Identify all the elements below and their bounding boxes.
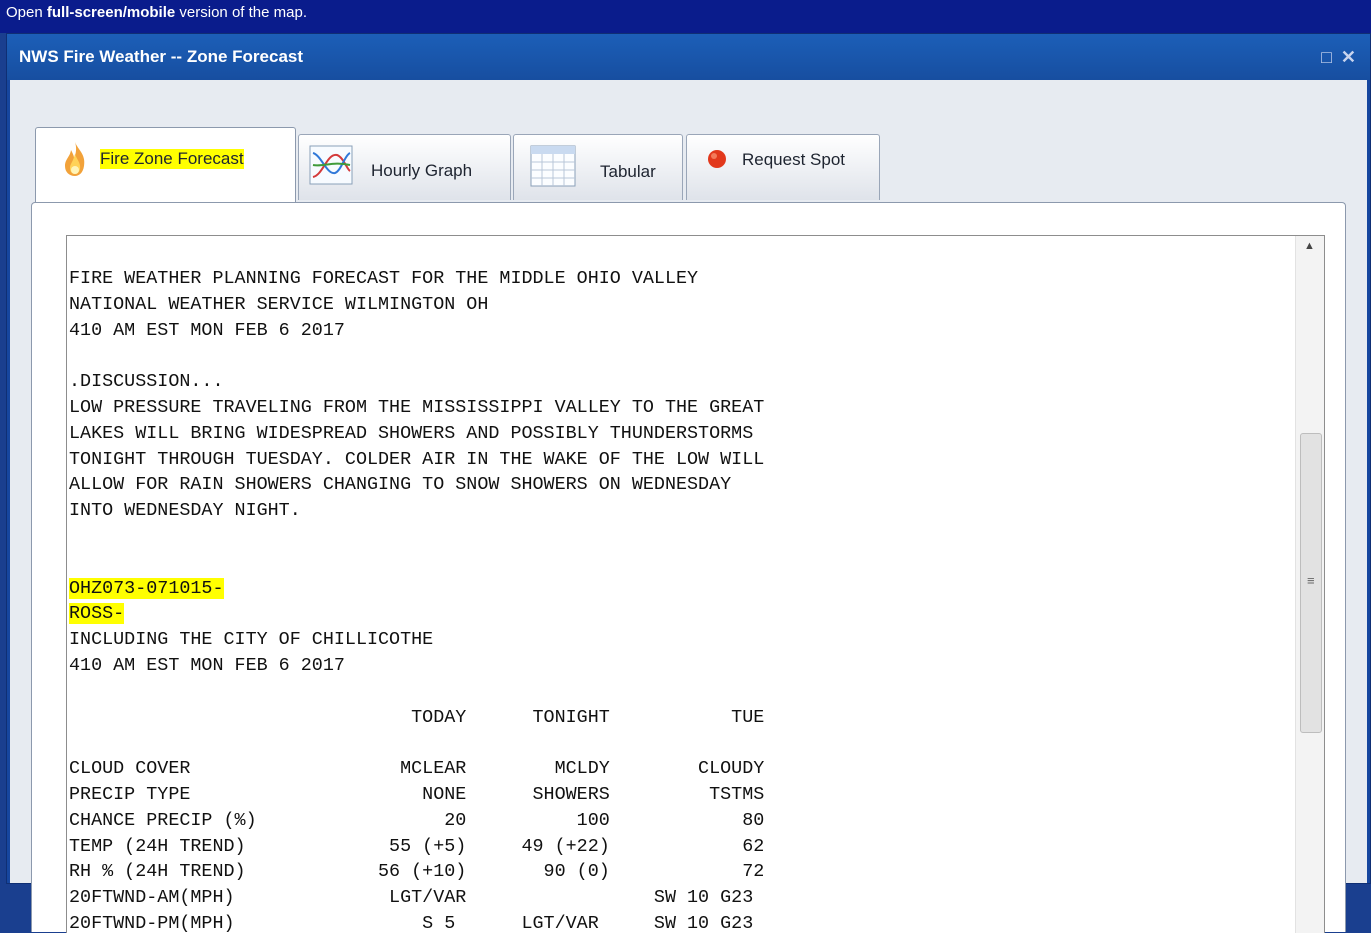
tab-label-request-spot: Request Spot bbox=[742, 150, 846, 169]
tab-tabular[interactable]: Tabular bbox=[513, 134, 683, 200]
tab-content-panel: FIRE WEATHER PLANNING FORECAST FOR THE M… bbox=[31, 202, 1346, 933]
tab-label-hourly-graph: Hourly Graph bbox=[371, 161, 473, 180]
graph-icon bbox=[309, 145, 353, 190]
forecast-text: FIRE WEATHER PLANNING FORECAST FOR THE M… bbox=[69, 266, 764, 933]
table-row: CHANCE PRECIP (%) 20 100 80 bbox=[69, 809, 765, 831]
discussion-line: ALLOW FOR RAIN SHOWERS CHANGING TO SNOW … bbox=[69, 474, 732, 496]
tab-label-fire-zone-forecast: Fire Zone Forecast bbox=[100, 149, 244, 169]
city-line: INCLUDING THE CITY OF CHILLICOTHE bbox=[69, 629, 434, 651]
discussion-line: LOW PRESSURE TRAVELING FROM THE MISSISSI… bbox=[69, 396, 765, 418]
notice-suffix: version of the map. bbox=[175, 4, 307, 21]
discussion-line: LAKES WILL BRING WIDESPREAD SHOWERS AND … bbox=[69, 422, 754, 444]
zone-code: OHZ073-071015- bbox=[69, 577, 224, 599]
tab-hourly-graph[interactable]: Hourly Graph bbox=[298, 134, 511, 200]
close-icon[interactable]: ✕ bbox=[1341, 48, 1356, 66]
discussion-line: INTO WEDNESDAY NIGHT. bbox=[69, 500, 301, 522]
tab-request-spot[interactable]: Request Spot bbox=[686, 134, 880, 200]
discussion-line: TONIGHT THROUGH TUESDAY. COLDER AIR IN T… bbox=[69, 448, 765, 470]
fullscreen-link[interactable]: full-screen/mobile bbox=[47, 4, 175, 21]
maximize-icon[interactable]: □ bbox=[1321, 48, 1332, 66]
scroll-up-arrow-icon[interactable]: ▲ bbox=[1304, 240, 1315, 252]
table-icon bbox=[530, 145, 576, 192]
issue-time: 410 AM EST MON FEB 6 2017 bbox=[69, 654, 345, 676]
table-row: 20FTWND-PM(MPH) S 5 LGT/VAR SW 10 G23 bbox=[69, 912, 754, 933]
forecast-text-area[interactable]: FIRE WEATHER PLANNING FORECAST FOR THE M… bbox=[66, 235, 1325, 933]
window-title: NWS Fire Weather -- Zone Forecast bbox=[19, 47, 304, 66]
table-header: TODAY TONIGHT TUE bbox=[69, 706, 765, 728]
tab-label-tabular: Tabular bbox=[600, 162, 656, 181]
window-body: Fire Zone Forecast Hourly Graph Tabular … bbox=[10, 80, 1367, 933]
window-titlebar: NWS Fire Weather -- Zone Forecast □ ✕ bbox=[7, 34, 1370, 80]
county-name: ROSS- bbox=[69, 603, 125, 625]
forecast-header-line: NATIONAL WEATHER SERVICE WILMINGTON OH bbox=[69, 293, 489, 315]
tab-fire-zone-forecast[interactable]: Fire Zone Forecast bbox=[35, 127, 296, 202]
vertical-scrollbar[interactable]: ▲ ≡ bbox=[1295, 236, 1324, 933]
scroll-grip-icon: ≡ bbox=[1307, 573, 1315, 588]
table-row: CLOUD COVER MCLEAR MCLDY CLOUDY bbox=[69, 758, 765, 780]
fullscreen-notice: Open full-screen/mobile version of the m… bbox=[0, 0, 1371, 33]
discussion-title: .DISCUSSION... bbox=[69, 371, 224, 393]
forecast-header-line: FIRE WEATHER PLANNING FORECAST FOR THE M… bbox=[69, 268, 699, 289]
fire-icon bbox=[60, 140, 90, 183]
forecast-header-line: 410 AM EST MON FEB 6 2017 bbox=[69, 319, 345, 341]
forecast-window: NWS Fire Weather -- Zone Forecast □ ✕ Fi… bbox=[6, 33, 1371, 933]
red-dot-icon bbox=[707, 149, 727, 174]
notice-prefix: Open bbox=[6, 4, 47, 21]
table-row: 20FTWND-AM(MPH) LGT/VAR SW 10 G23 bbox=[69, 887, 754, 909]
table-row: TEMP (24H TREND) 55 (+5) 49 (+22) 62 bbox=[69, 835, 765, 857]
table-row: RH % (24H TREND) 56 (+10) 90 (0) 72 bbox=[69, 861, 765, 883]
table-row: PRECIP TYPE NONE SHOWERS TSTMS bbox=[69, 783, 765, 805]
scrollbar-thumb[interactable]: ≡ bbox=[1300, 433, 1322, 733]
